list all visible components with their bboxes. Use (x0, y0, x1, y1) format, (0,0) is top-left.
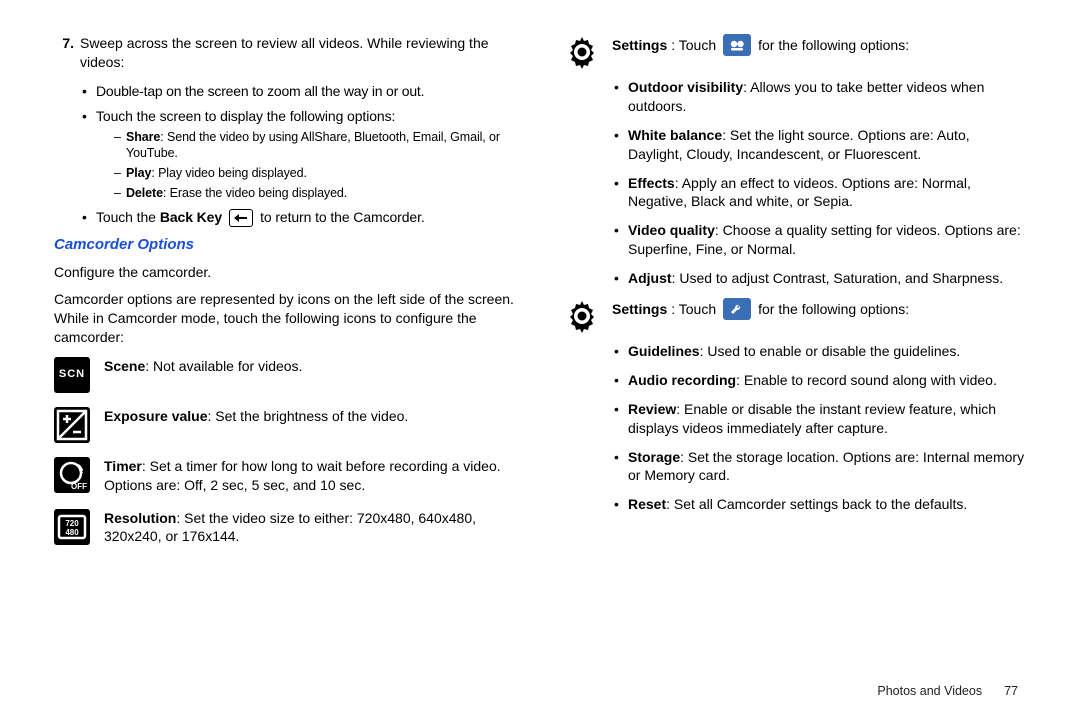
option-name: Share (126, 130, 160, 144)
option-desc: : Used to enable or disable the guidelin… (700, 343, 961, 359)
list-item: Outdoor visibility: Allows you to take b… (614, 78, 1026, 116)
list-item: Effects: Apply an effect to videos. Opti… (614, 174, 1026, 212)
option-text: Scene: Not available for videos. (104, 357, 516, 376)
option-desc: : Set all Camcorder settings back to the… (666, 496, 967, 512)
gear-icon (564, 34, 600, 70)
timer-icon: OFF (54, 457, 90, 493)
step-sublist: Double-tap on the screen to zoom all the… (54, 82, 516, 227)
list-item: Video quality: Choose a quality setting … (614, 221, 1026, 259)
footer-section: Photos and Videos (877, 683, 982, 700)
list-item-text: Touch the screen to display the followin… (96, 108, 395, 124)
gear-icon (564, 298, 600, 334)
option-name: Outdoor visibility (628, 79, 743, 95)
back-key-label: Back Key (160, 208, 222, 227)
option-name: Timer (104, 458, 142, 474)
list-item: Double-tap on the screen to zoom all the… (82, 82, 516, 101)
settings-options-2: Guidelines: Used to enable or disable th… (614, 342, 1026, 514)
paragraph: Configure the camcorder. (54, 263, 516, 282)
page: 7. Sweep across the screen to review all… (0, 0, 1080, 720)
option-desc: : Set the brightness of the video. (208, 408, 409, 424)
svg-text:480: 480 (65, 528, 79, 537)
option-name: Effects (628, 175, 675, 191)
list-item: Delete: Erase the video being displayed. (114, 185, 516, 202)
list-item: Review: Enable or disable the instant re… (614, 400, 1026, 438)
section-heading: Camcorder Options (54, 235, 516, 255)
columns: 7. Sweep across the screen to review all… (54, 34, 1026, 679)
option-desc: : Send the video by using AllShare, Blue… (126, 130, 500, 161)
step-number: 7. (54, 34, 74, 72)
list-item: Play: Play video being displayed. (114, 165, 516, 182)
option-desc: : Apply an effect to videos. Options are… (628, 175, 971, 210)
list-item: Storage: Set the storage location. Optio… (614, 448, 1026, 486)
step-body: Sweep across the screen to review all vi… (80, 34, 516, 72)
settings-line: Settings: Touch for the following option… (612, 298, 909, 320)
option-name: Review (628, 401, 676, 417)
camcorder-settings-icon (723, 34, 751, 56)
option-scene: SCN Scene: Not available for videos. (54, 357, 516, 393)
svg-text:OFF: OFF (71, 482, 87, 491)
option-name: Exposure value (104, 408, 208, 424)
exposure-value-icon (54, 407, 90, 443)
page-footer: Photos and Videos 77 (54, 679, 1026, 700)
options-list: Share: Send the video by using AllShare,… (96, 129, 516, 203)
option-desc: : Enable or disable the instant review f… (628, 401, 996, 436)
option-name: Scene (104, 358, 145, 374)
settings-label: Settings (612, 36, 667, 55)
paragraph: Camcorder options are represented by ico… (54, 290, 516, 347)
settings-line: Settings: Touch for the following option… (612, 34, 909, 56)
svg-text:720: 720 (65, 519, 79, 528)
option-desc: : Set the storage location. Options are:… (628, 449, 1024, 484)
option-resolution: 720480 Resolution: Set the video size to… (54, 509, 516, 547)
right-column: Settings: Touch for the following option… (564, 34, 1026, 679)
option-name: Guidelines (628, 343, 700, 359)
text: : Touch (671, 300, 716, 319)
option-text: Timer: Set a timer for how long to wait … (104, 457, 516, 495)
step-7: 7. Sweep across the screen to review all… (54, 34, 516, 72)
option-desc: : Play video being displayed. (151, 166, 307, 180)
option-name: Video quality (628, 222, 715, 238)
option-name: Reset (628, 496, 666, 512)
list-item: Adjust: Used to adjust Contrast, Saturat… (614, 269, 1026, 288)
text: Touch the (96, 208, 156, 227)
left-column: 7. Sweep across the screen to review all… (54, 34, 516, 679)
settings-group-2: Settings: Touch for the following option… (564, 298, 1026, 334)
option-text: Resolution: Set the video size to either… (104, 509, 516, 547)
list-item: Touch the Back Key to return to the Camc… (82, 208, 516, 227)
option-desc: : Not available for videos. (145, 358, 302, 374)
settings-options-1: Outdoor visibility: Allows you to take b… (614, 78, 1026, 288)
list-item: White balance: Set the light source. Opt… (614, 126, 1026, 164)
option-name: Play (126, 166, 151, 180)
wrench-settings-icon (723, 298, 751, 320)
list-item: Reset: Set all Camcorder settings back t… (614, 495, 1026, 514)
option-name: Audio recording (628, 372, 736, 388)
option-desc: : Erase the video being displayed. (163, 186, 347, 200)
text: for the following options: (758, 36, 909, 55)
footer-page-number: 77 (1004, 683, 1018, 700)
option-name: Storage (628, 449, 680, 465)
option-desc: : Set a timer for how long to wait befor… (104, 458, 501, 493)
list-item: Audio recording: Enable to record sound … (614, 371, 1026, 390)
resolution-icon: 720480 (54, 509, 90, 545)
settings-group-1: Settings: Touch for the following option… (564, 34, 1026, 70)
list-item: Touch the screen to display the followin… (82, 107, 516, 202)
option-timer: OFF Timer: Set a timer for how long to w… (54, 457, 516, 495)
settings-label: Settings (612, 300, 667, 319)
scene-icon: SCN (54, 357, 90, 393)
option-desc: : Used to adjust Contrast, Saturation, a… (672, 270, 1004, 286)
list-item: Share: Send the video by using AllShare,… (114, 129, 516, 163)
option-text: Exposure value: Set the brightness of th… (104, 407, 516, 426)
text: to return to the Camcorder. (260, 208, 425, 227)
option-desc: : Enable to record sound along with vide… (736, 372, 997, 388)
option-name: White balance (628, 127, 722, 143)
option-exposure: Exposure value: Set the brightness of th… (54, 407, 516, 443)
text: for the following options: (758, 300, 909, 319)
option-name: Adjust (628, 270, 672, 286)
back-key-icon (229, 209, 253, 227)
list-item: Guidelines: Used to enable or disable th… (614, 342, 1026, 361)
text: : Touch (671, 36, 716, 55)
option-name: Resolution (104, 510, 176, 526)
option-name: Delete (126, 186, 163, 200)
